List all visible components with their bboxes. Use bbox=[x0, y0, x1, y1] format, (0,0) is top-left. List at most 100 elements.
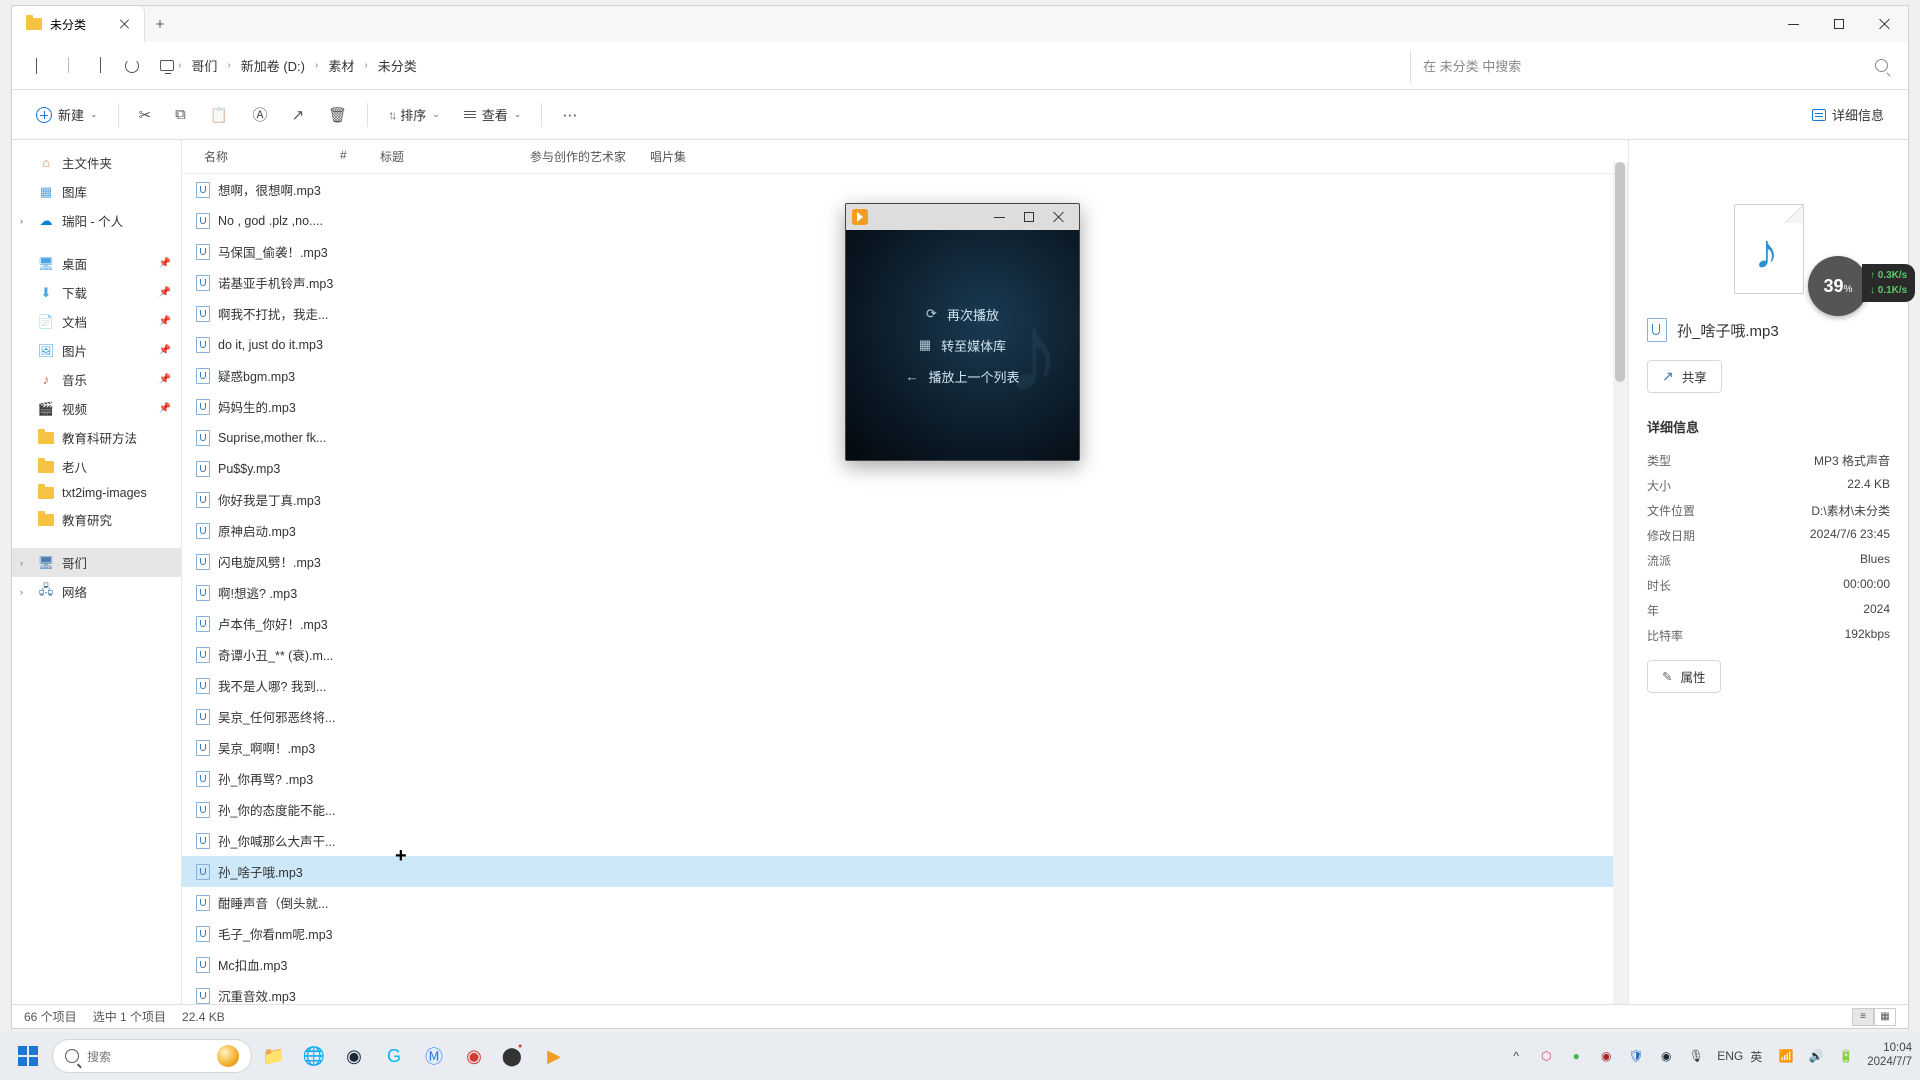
tray-chevron-icon[interactable]: ^ bbox=[1507, 1049, 1525, 1063]
search-input[interactable]: 在 未分类 中搜索 bbox=[1410, 50, 1900, 82]
tray-volume-icon[interactable]: 🔊 bbox=[1807, 1049, 1825, 1063]
netease-taskbar-icon[interactable]: ◉ bbox=[456, 1038, 492, 1074]
file-row[interactable]: 吴京_啊啊！.mp3 bbox=[182, 732, 1628, 763]
tray-steam-icon[interactable]: ◉ bbox=[1657, 1049, 1675, 1063]
scrollbar[interactable] bbox=[1613, 162, 1628, 1004]
file-row[interactable]: 沉重音效.mp3 bbox=[182, 980, 1628, 1004]
sidebar-network[interactable]: ›🖧网络 bbox=[12, 577, 181, 606]
col-artist[interactable]: 参与创作的艺术家 bbox=[522, 144, 642, 169]
sidebar-videos[interactable]: 🎬视频📌 bbox=[12, 394, 181, 423]
forward-button[interactable] bbox=[52, 50, 84, 82]
file-row[interactable]: 孙_你的态度能不能... bbox=[182, 794, 1628, 825]
media-player-window[interactable]: ♪ ⟳ 再次播放 ▦ 转至媒体库 ← 播放上一个列表 bbox=[845, 203, 1080, 461]
wmp-taskbar-icon[interactable]: ▶ bbox=[536, 1038, 572, 1074]
back-button[interactable] bbox=[20, 50, 52, 82]
pin-icon[interactable]: 📌 bbox=[159, 258, 171, 269]
grid-view-toggle[interactable]: ▦ bbox=[1874, 1008, 1896, 1026]
file-row[interactable]: 吴京_任何邪恶终将... bbox=[182, 701, 1628, 732]
tray-shield-icon[interactable]: 🛡 bbox=[1627, 1049, 1645, 1063]
chevron-right-icon[interactable]: › bbox=[20, 216, 23, 226]
player-replay-button[interactable]: ⟳ 再次播放 bbox=[926, 305, 999, 324]
file-row[interactable]: 毛子_你看nm呢.mp3 bbox=[182, 918, 1628, 949]
ghub-taskbar-icon[interactable]: G bbox=[376, 1038, 412, 1074]
sort-button[interactable]: 排序 ⌄ bbox=[378, 99, 450, 130]
sidebar-folder[interactable]: txt2img-images bbox=[12, 481, 181, 505]
sidebar-folder[interactable]: 教育科研方法 bbox=[12, 423, 181, 452]
pin-icon[interactable]: 📌 bbox=[159, 316, 171, 327]
scroll-thumb[interactable] bbox=[1615, 162, 1625, 382]
file-row[interactable]: 酣睡声音（倒头就... bbox=[182, 887, 1628, 918]
share-button[interactable]: ↗ bbox=[282, 100, 315, 130]
meeting-taskbar-icon[interactable]: Ⓜ bbox=[416, 1038, 452, 1074]
chevron-right-icon[interactable]: › bbox=[20, 558, 23, 568]
file-row[interactable]: 奇谭小丑_** (衰).m... bbox=[182, 639, 1628, 670]
delete-button[interactable]: 🗑 bbox=[318, 100, 357, 130]
breadcrumb-item[interactable]: 素材 bbox=[322, 52, 360, 79]
breadcrumb-item[interactable]: 未分类 bbox=[372, 52, 423, 79]
tray-battery-icon[interactable]: 🔋 bbox=[1837, 1049, 1855, 1063]
col-name[interactable]: 名称 bbox=[182, 144, 332, 169]
pin-icon[interactable]: 📌 bbox=[159, 403, 171, 414]
refresh-button[interactable] bbox=[116, 50, 148, 82]
tray-wechat-icon[interactable]: ● bbox=[1567, 1049, 1585, 1063]
file-row[interactable]: 你好我是丁真.mp3 bbox=[182, 484, 1628, 515]
sidebar-pictures[interactable]: 🖼图片📌 bbox=[12, 336, 181, 365]
share-button[interactable]: ↗ 共享 bbox=[1647, 360, 1722, 393]
player-titlebar[interactable] bbox=[846, 204, 1079, 230]
taskbar-search[interactable]: 搜索 bbox=[52, 1039, 252, 1073]
sidebar-home[interactable]: ⌂主文件夹 bbox=[12, 148, 181, 177]
window-tab[interactable]: 未分类 bbox=[12, 6, 145, 42]
edge-taskbar-icon[interactable]: 🌐 bbox=[296, 1038, 332, 1074]
column-headers[interactable]: 名称 # 标题 参与创作的艺术家 唱片集 bbox=[182, 140, 1628, 174]
minimize-button[interactable] bbox=[1770, 8, 1816, 40]
file-row[interactable]: 孙_你再骂? .mp3 bbox=[182, 763, 1628, 794]
tray-security-icon[interactable]: ⬡ bbox=[1537, 1049, 1555, 1063]
player-library-button[interactable]: ▦ 转至媒体库 bbox=[919, 336, 1006, 355]
sidebar-downloads[interactable]: ⬇下载📌 bbox=[12, 278, 181, 307]
up-button[interactable] bbox=[84, 50, 116, 82]
file-row[interactable]: 原神启动.mp3 bbox=[182, 515, 1628, 546]
file-row[interactable]: Mc扣血.mp3 bbox=[182, 949, 1628, 980]
list-view-toggle[interactable]: ≡ bbox=[1852, 1008, 1874, 1026]
sidebar-folder[interactable]: 老八 bbox=[12, 452, 181, 481]
tray-ime[interactable]: 英 bbox=[1747, 1048, 1765, 1065]
sidebar-gallery[interactable]: ▦图库 bbox=[12, 177, 181, 206]
breadcrumb[interactable]: › 哥们 › 新加卷 (D:) › 素材 › 未分类 bbox=[160, 52, 1410, 79]
sidebar-folder[interactable]: 教育研究 bbox=[12, 505, 181, 534]
sidebar-thispc[interactable]: ›🖥哥们 bbox=[12, 548, 181, 577]
player-prev-list-button[interactable]: ← 播放上一个列表 bbox=[905, 367, 1019, 386]
details-toggle-button[interactable]: 详细信息 bbox=[1802, 99, 1894, 130]
properties-button[interactable]: ✎ 属性 bbox=[1647, 660, 1721, 693]
player-minimize-button[interactable] bbox=[985, 207, 1013, 227]
file-row[interactable]: 想啊，很想啊.mp3 bbox=[182, 174, 1628, 205]
pin-icon[interactable]: 📌 bbox=[159, 374, 171, 385]
file-row[interactable]: 孙_啥子哦.mp3 bbox=[182, 856, 1628, 887]
tray-app-icon[interactable]: ◉ bbox=[1597, 1049, 1615, 1063]
copy-button[interactable]: ⧉ bbox=[165, 100, 196, 129]
file-row[interactable]: 我不是人哪? 我到... bbox=[182, 670, 1628, 701]
file-row[interactable]: 卢本伟_你好！.mp3 bbox=[182, 608, 1628, 639]
view-button[interactable]: 查看 ⌄ bbox=[454, 99, 532, 130]
rename-button[interactable]: Ⓐ bbox=[243, 98, 278, 131]
sidebar-onedrive[interactable]: ›☁瑞阳 - 个人 bbox=[12, 206, 181, 235]
tray-clock[interactable]: 10:04 2024/7/7 bbox=[1867, 1042, 1912, 1070]
file-row[interactable]: 闪电旋风劈！.mp3 bbox=[182, 546, 1628, 577]
sidebar-music[interactable]: ♪音乐📌 bbox=[12, 365, 181, 394]
new-button[interactable]: 新建 ⌄ bbox=[26, 99, 108, 130]
obs-taskbar-icon[interactable]: ⬤● bbox=[496, 1038, 532, 1074]
pin-icon[interactable]: 📌 bbox=[159, 287, 171, 298]
chevron-right-icon[interactable]: › bbox=[20, 587, 23, 597]
cut-button[interactable]: ✂ bbox=[129, 100, 162, 130]
network-widget[interactable]: 39% ↑ 0.3K/s ↓ 0.1K/s bbox=[1808, 256, 1868, 316]
start-button[interactable] bbox=[8, 1036, 48, 1076]
file-row[interactable]: 啊!想逃? .mp3 bbox=[182, 577, 1628, 608]
close-window-button[interactable] bbox=[1862, 8, 1908, 40]
tray-lang[interactable]: ENG bbox=[1717, 1049, 1735, 1063]
sidebar-documents[interactable]: 📄文档📌 bbox=[12, 307, 181, 336]
steam-taskbar-icon[interactable]: ◉ bbox=[336, 1038, 372, 1074]
tray-mic-icon[interactable]: 🎙 bbox=[1687, 1049, 1705, 1063]
player-maximize-button[interactable] bbox=[1015, 207, 1043, 227]
col-title[interactable]: 标题 bbox=[372, 144, 522, 169]
breadcrumb-item[interactable]: 哥们 bbox=[185, 52, 223, 79]
paste-button[interactable]: 📋 bbox=[200, 100, 239, 130]
